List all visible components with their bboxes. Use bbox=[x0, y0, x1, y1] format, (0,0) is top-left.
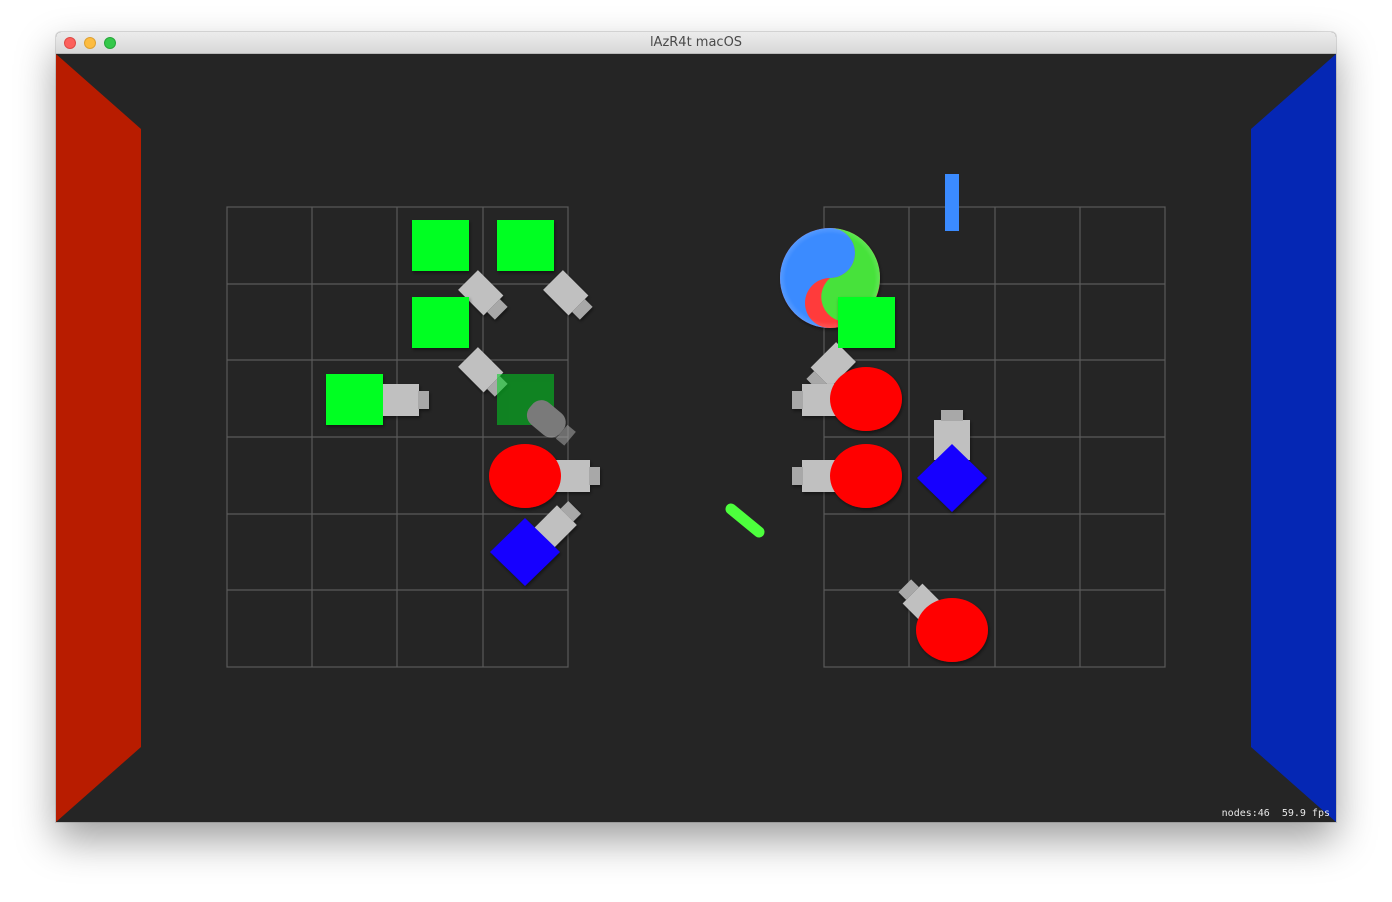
app-window: lAzR4t macOS nodes:46 59.9 fps bbox=[56, 32, 1336, 822]
window-title: lAzR4t macOS bbox=[649, 35, 743, 50]
render-stats: nodes:46 59.9 fps bbox=[1210, 808, 1330, 819]
game-canvas[interactable] bbox=[56, 54, 1336, 822]
blue-laser-projectile bbox=[945, 174, 959, 231]
right-wall bbox=[1251, 54, 1336, 822]
title-bar[interactable]: lAzR4t macOS bbox=[56, 32, 1336, 54]
fps-counter: 59.9 fps bbox=[1281, 808, 1330, 819]
arena-background bbox=[56, 54, 1336, 822]
game-scene[interactable]: nodes:46 59.9 fps bbox=[56, 54, 1336, 822]
node-count: nodes:46 bbox=[1221, 808, 1270, 819]
left-wall bbox=[56, 54, 141, 822]
